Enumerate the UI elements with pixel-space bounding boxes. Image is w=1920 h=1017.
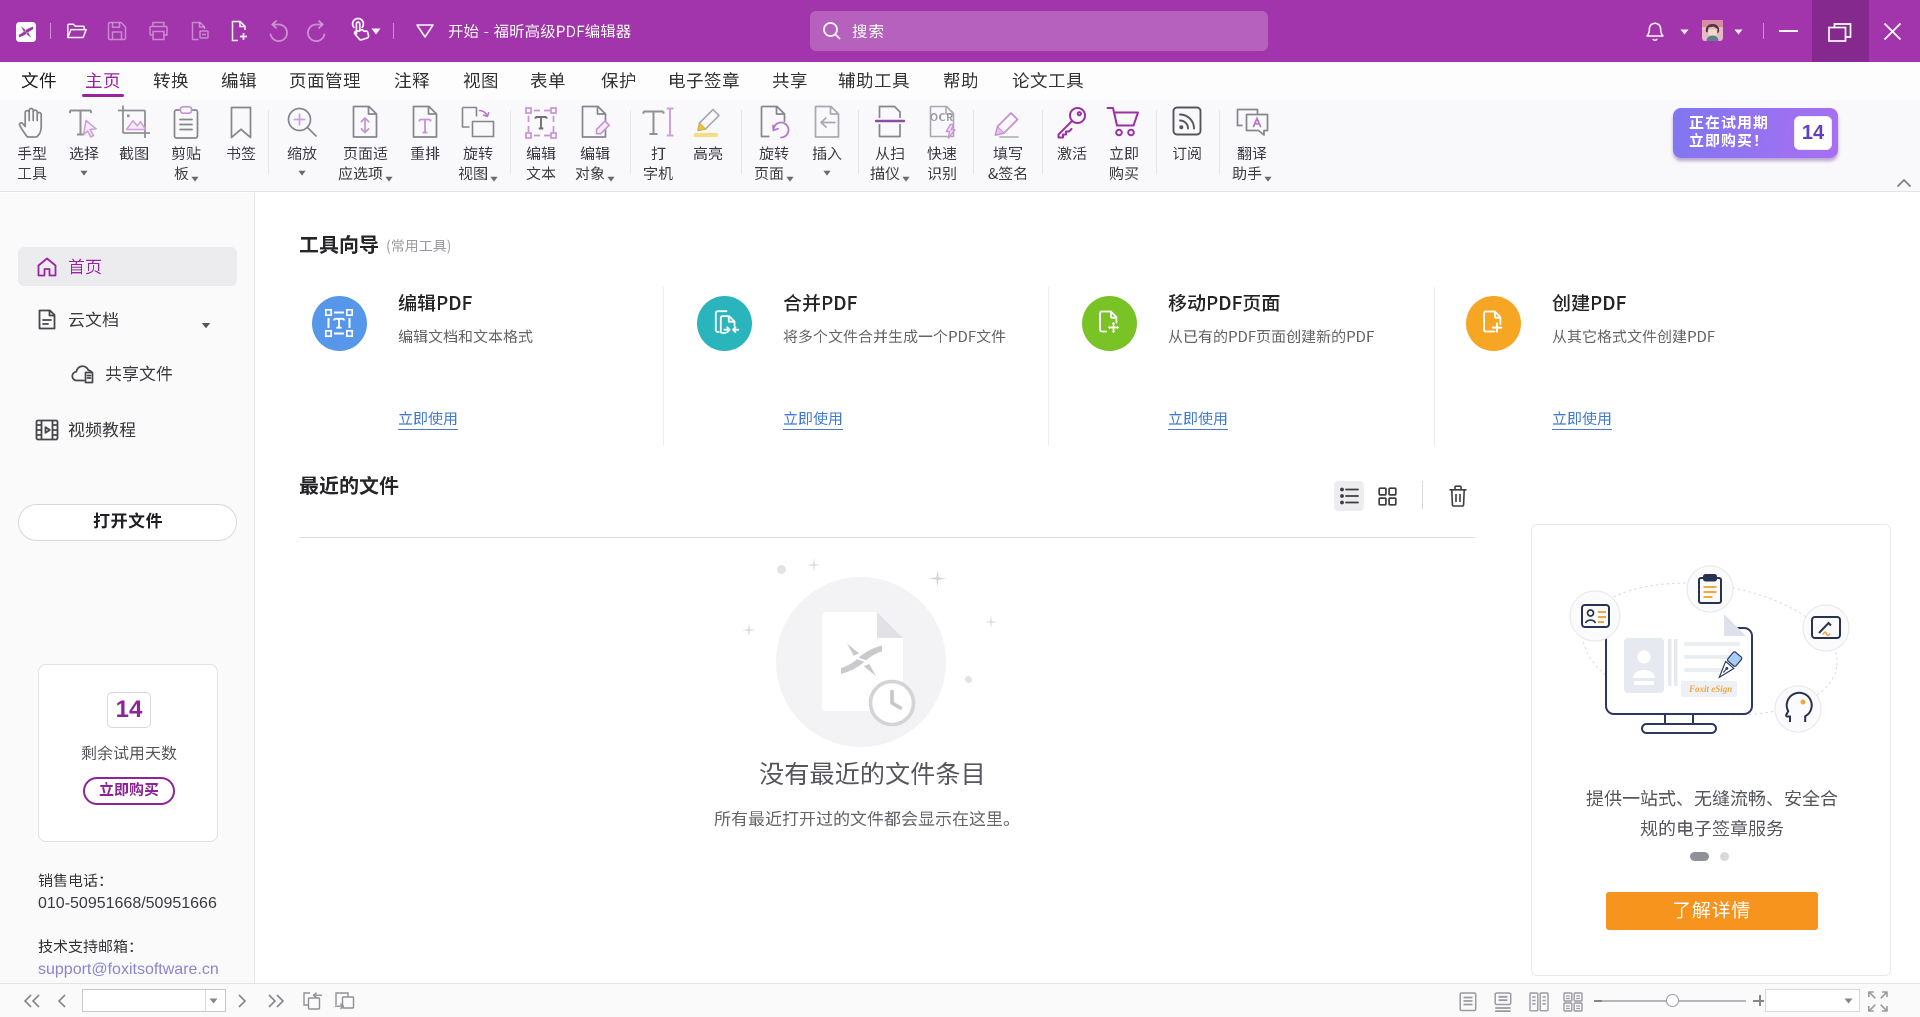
svg-text:Foxit eSign: Foxit eSign [1688, 684, 1732, 694]
